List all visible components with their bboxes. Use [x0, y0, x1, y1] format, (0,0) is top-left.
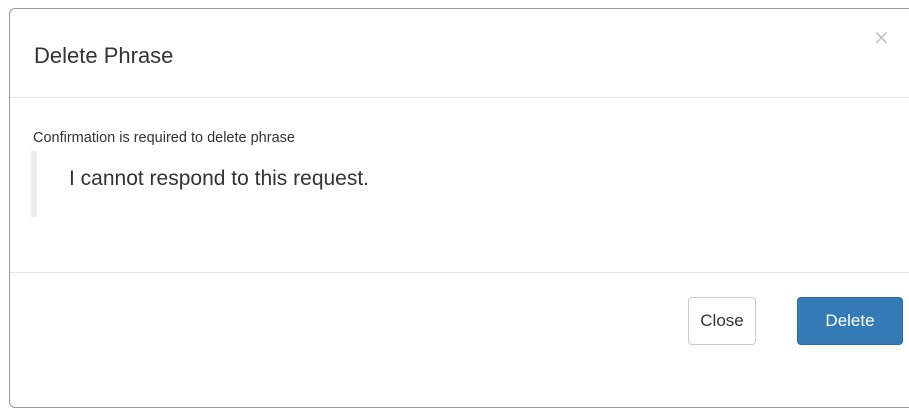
- close-icon[interactable]: ×: [873, 27, 890, 47]
- delete-button[interactable]: Delete: [797, 297, 903, 345]
- dialog-title: Delete Phrase: [34, 43, 174, 68]
- dialog-header: Delete Phrase: [10, 9, 909, 98]
- phrase-blockquote: I cannot respond to this request.: [31, 151, 891, 217]
- phrase-text: I cannot respond to this request.: [69, 167, 370, 190]
- dialog-body: Confirmation is required to delete phras…: [10, 98, 909, 273]
- confirmation-message: Confirmation is required to delete phras…: [33, 130, 295, 146]
- delete-phrase-dialog: Delete Phrase Confirmation is required t…: [9, 8, 909, 408]
- close-button[interactable]: Close: [688, 297, 756, 345]
